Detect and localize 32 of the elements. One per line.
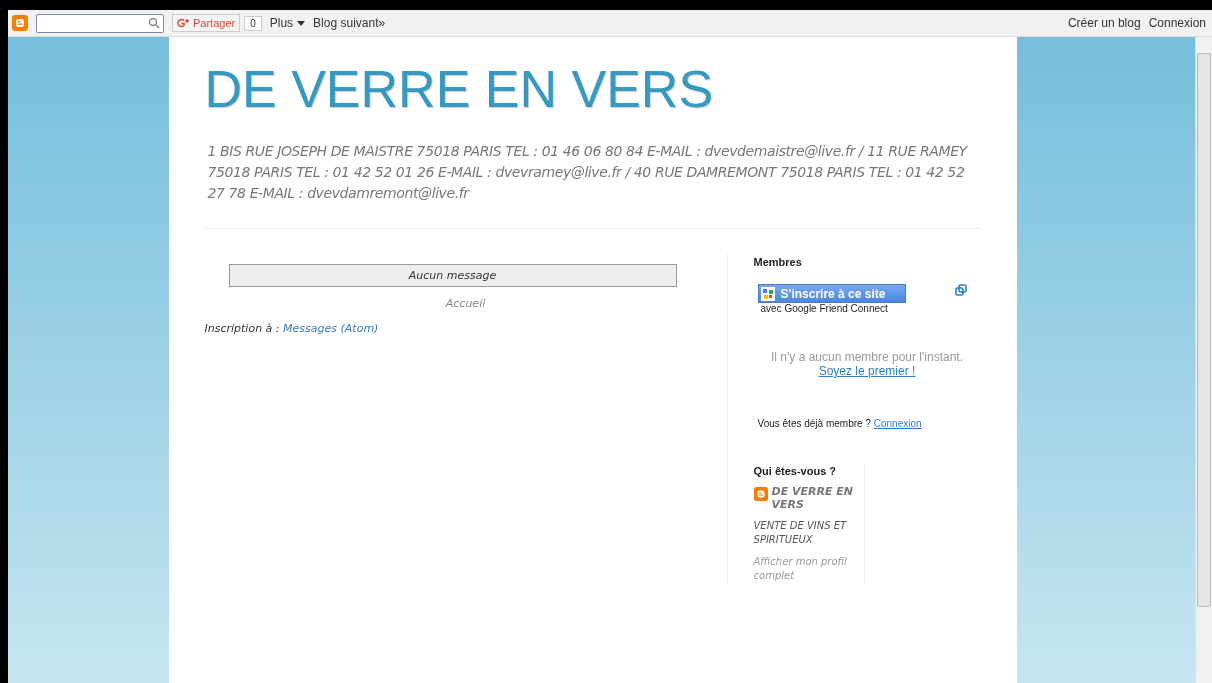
next-blog-link[interactable]: Blog suivant»	[313, 16, 386, 30]
profile-description: VENTE DE VINS ET SPIRITUEUX	[753, 519, 848, 547]
blogger-logo-icon	[753, 487, 768, 501]
profile-name-link[interactable]: DE VERRE EN VERS	[771, 485, 864, 511]
widget-title: Membres	[753, 256, 803, 268]
sign-in-link[interactable]: Connexion	[1148, 16, 1206, 30]
friend-connect-icon	[760, 286, 775, 301]
popout-icon[interactable]	[954, 284, 967, 296]
friend-connect-caption: avec Google Friend Connect	[759, 303, 889, 314]
subscribe-label: Inscription à :	[204, 322, 280, 335]
google-plus-icon	[177, 17, 191, 29]
share-count: 0	[244, 15, 262, 31]
no-members-text: Il n'y a aucun membre pour l'instant.	[771, 350, 963, 364]
home-link[interactable]: Accueil	[204, 297, 727, 310]
blog-description: 1 BIS RUE JOSEPH DE MAISTRE 75018 PARIS TEL : 01 46 06 80 84 E-MAIL : dvevdemaistre@live.fr / 11 RUE RAMEY 75018 PARIS TEL : 01 42 52 01 26 E-MAIL : dvevramey@live.fr / 40 RUE DAMREMONT 75018 PARIS TEL : 01 42 52 27 78 E-MAIL : dvevdamremont@live.fr	[204, 141, 981, 229]
be-first-link[interactable]: Soyez le premier !	[818, 364, 916, 378]
already-member-text: Vous êtes déjà membre ?	[757, 418, 871, 429]
create-blog-link[interactable]: Créer un blog	[1067, 16, 1141, 30]
search-icon	[148, 17, 160, 29]
atom-feed-link[interactable]: Messages (Atom)	[283, 322, 379, 335]
widget-title: Qui êtes-vous ?	[753, 465, 838, 477]
blogger-logo-icon[interactable]	[12, 15, 28, 31]
more-menu[interactable]: Plus	[269, 16, 306, 30]
view-profile-link[interactable]: Afficher mon profil complet	[753, 555, 864, 583]
share-button[interactable]: Partager	[172, 14, 241, 32]
sign-in-link[interactable]: Connexion	[873, 418, 922, 429]
no-posts-message: Aucun message	[228, 264, 677, 287]
search-field[interactable]	[36, 13, 164, 33]
scrollbar[interactable]	[1195, 37, 1212, 683]
join-site-button[interactable]: S'inscrire à ce site	[757, 284, 907, 303]
caret-icon	[297, 20, 306, 26]
blog-title[interactable]: DE VERRE EN VERS	[204, 59, 981, 119]
